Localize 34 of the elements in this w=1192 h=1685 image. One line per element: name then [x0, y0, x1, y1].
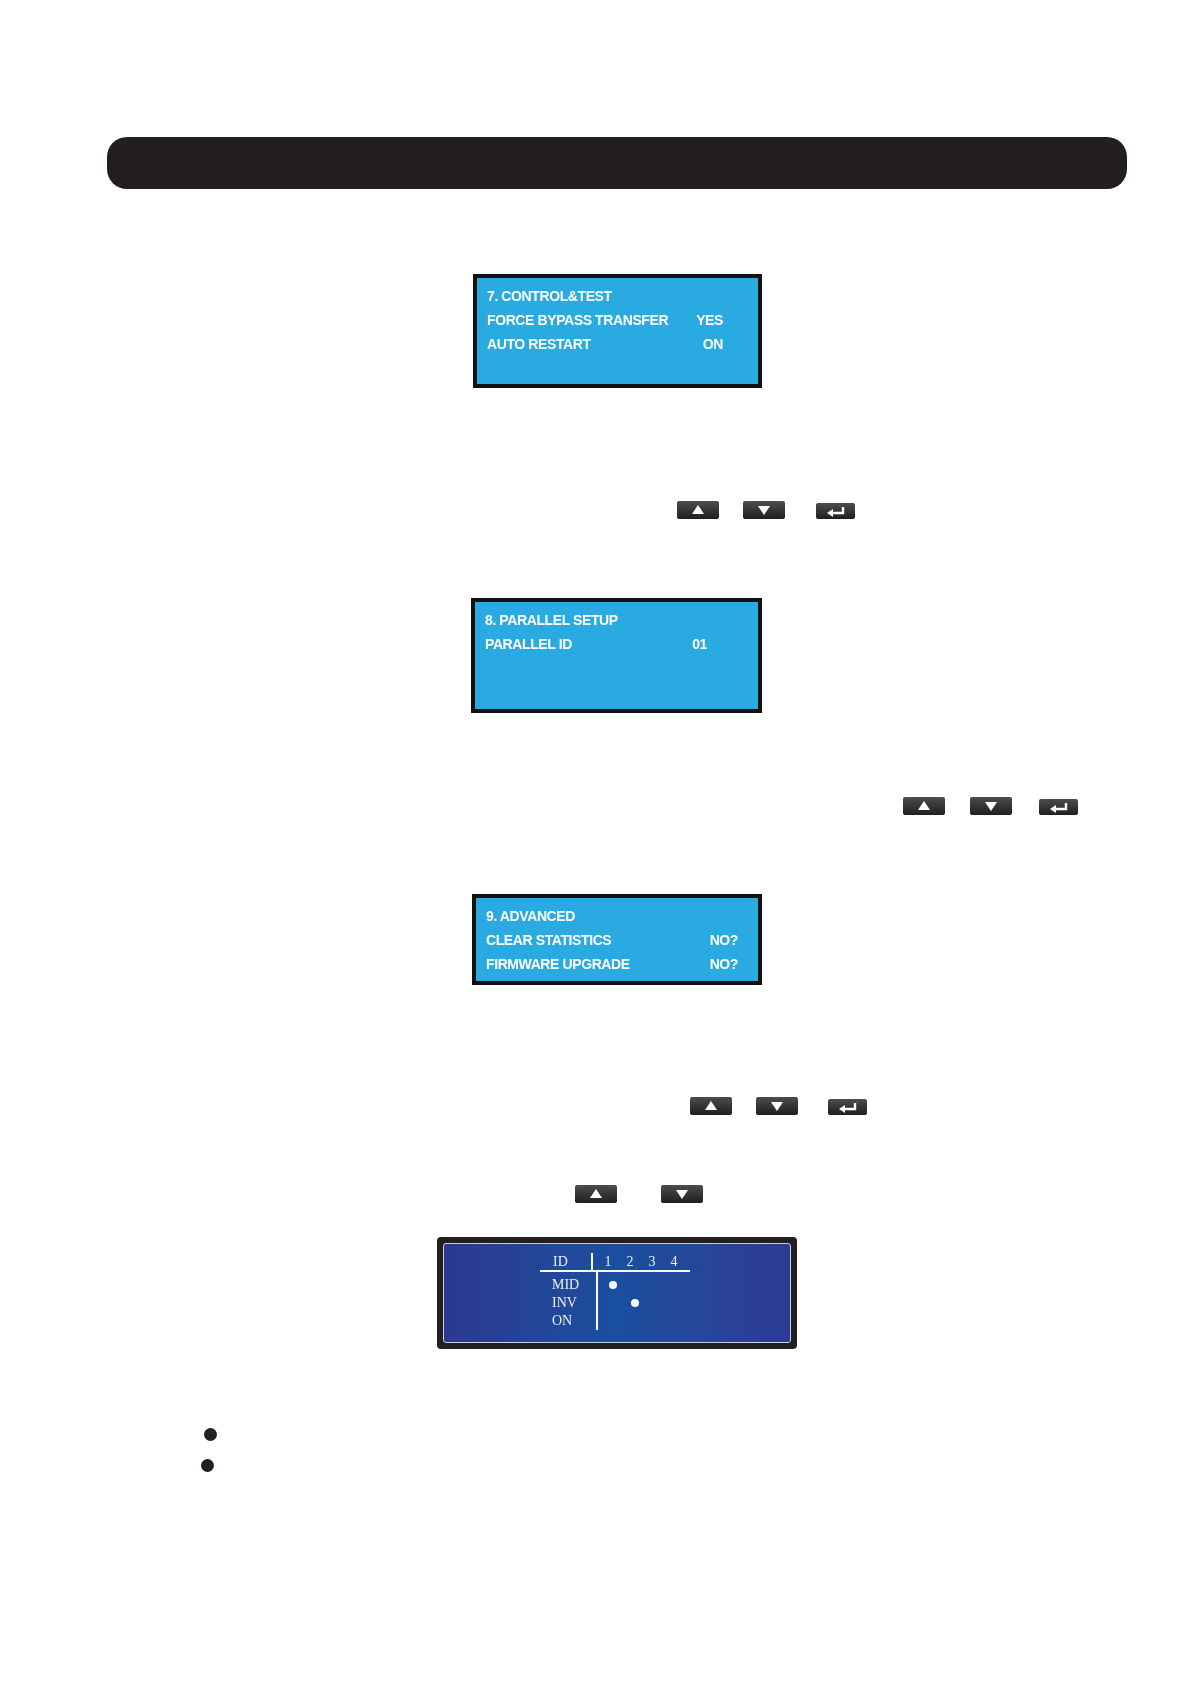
- row-label: ON: [552, 1313, 573, 1328]
- down-arrow-key-icon: [743, 501, 785, 519]
- down-arrow-key-icon: [756, 1097, 798, 1115]
- column-number: 2: [626, 1253, 634, 1270]
- return-key-icon: [828, 1099, 867, 1115]
- bullet-icon: [201, 1459, 214, 1472]
- setting-label: FIRMWARE UPGRADE: [486, 955, 630, 974]
- setting-label: FORCE BYPASS TRANSFER: [487, 311, 669, 330]
- setting-value: YES: [696, 311, 723, 330]
- bullet-icon: [204, 1428, 217, 1441]
- column-number: 4: [670, 1253, 678, 1270]
- id-header: ID: [553, 1254, 568, 1269]
- setting-label: PARALLEL ID: [485, 635, 572, 654]
- setting-value: ON: [702, 335, 723, 354]
- row-label: MID: [552, 1277, 580, 1292]
- row-label: INV: [552, 1295, 577, 1310]
- screen-title: 7. CONTROL&TEST: [487, 287, 612, 306]
- setting-label: CLEAR STATISTICS: [486, 931, 612, 950]
- screen-title: 9. ADVANCED: [486, 907, 575, 926]
- up-arrow-key-icon: [575, 1185, 617, 1203]
- up-arrow-key-icon: [690, 1097, 732, 1115]
- return-key-icon: [816, 503, 855, 519]
- screen-title: 8. PARALLEL SETUP: [485, 611, 618, 630]
- up-arrow-key-icon: [903, 797, 945, 815]
- down-arrow-key-icon: [661, 1185, 703, 1203]
- setting-value: NO?: [709, 931, 738, 950]
- return-key-icon: [1039, 799, 1078, 815]
- setting-value: 01: [692, 635, 707, 654]
- column-number: 1: [604, 1253, 612, 1270]
- down-arrow-key-icon: [970, 797, 1012, 815]
- up-arrow-key-icon: [677, 501, 719, 519]
- column-number: 3: [648, 1253, 656, 1270]
- setting-label: AUTO RESTART: [487, 335, 591, 354]
- setting-value: NO?: [709, 955, 738, 974]
